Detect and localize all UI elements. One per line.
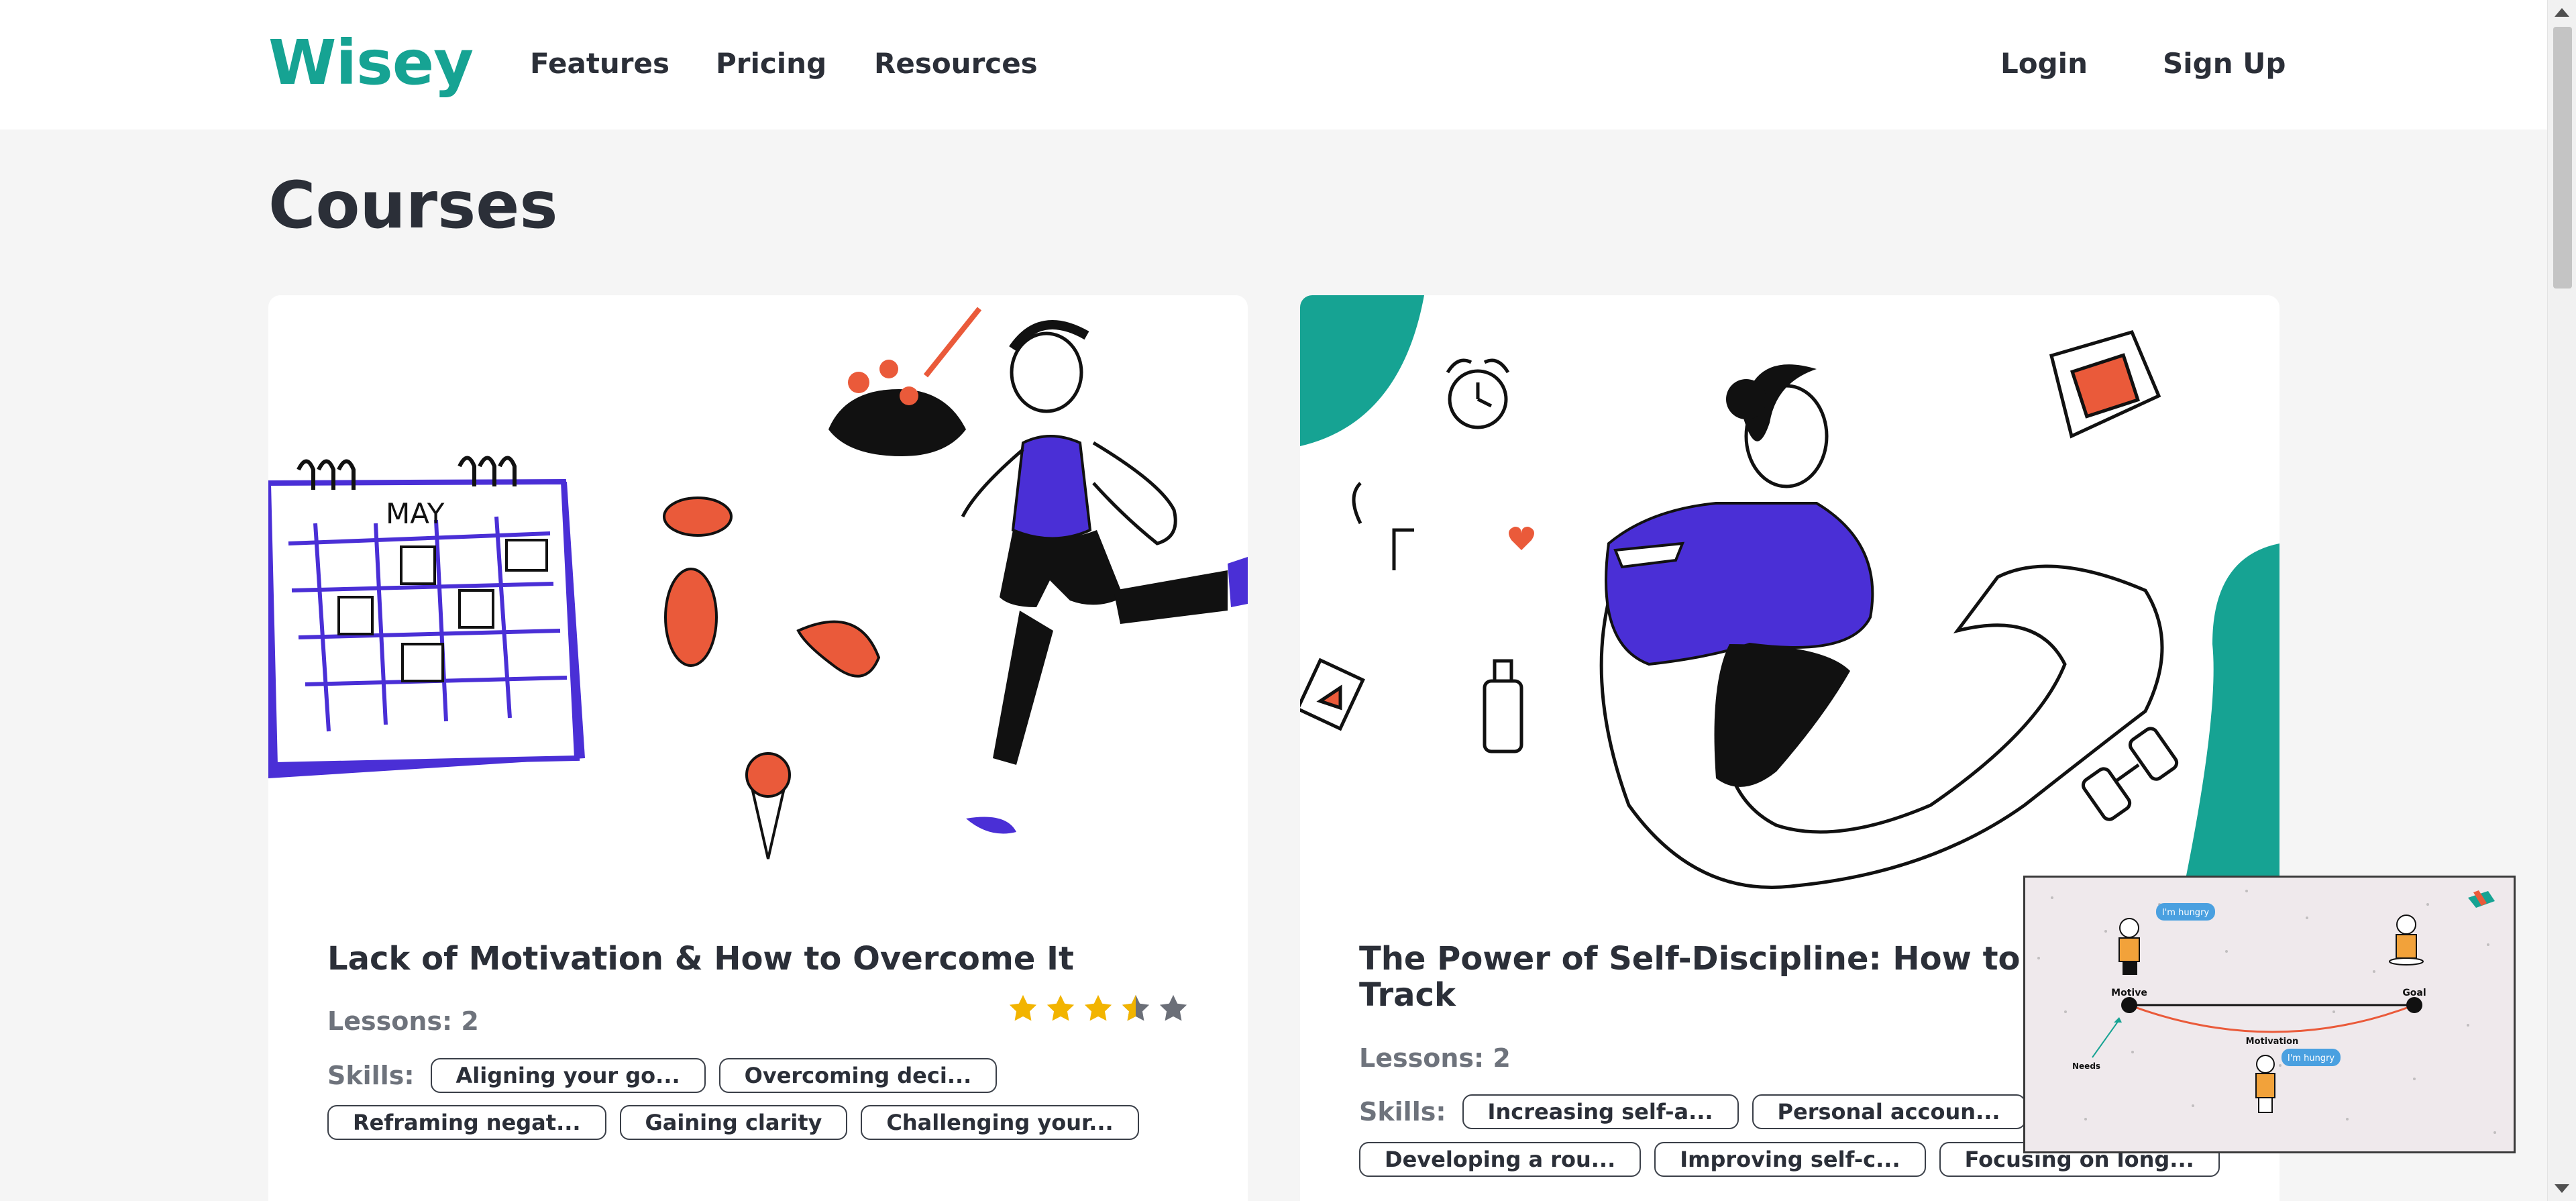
skills-row: Skills: Aligning your go... Overcoming d… <box>327 1058 998 1093</box>
teal-blob-shape <box>1300 295 1424 446</box>
skills-row: Skills: Increasing self-a... Personal ac… <box>1359 1094 2026 1129</box>
skill-chip[interactable]: Overcoming deci... <box>718 1058 998 1093</box>
thinking-woman <box>1599 364 2164 889</box>
wisey-logo[interactable]: Wisey <box>268 27 474 99</box>
skill-chip[interactable]: Improving self-c... <box>1654 1142 1926 1177</box>
page-title: Courses <box>268 168 558 243</box>
scrollbar-thumb[interactable] <box>2553 27 2572 289</box>
playing-card-icon <box>1300 658 1365 731</box>
speech-bubble-text: I'm hungry <box>2162 908 2210 918</box>
star-half-icon <box>1122 994 1150 1021</box>
calendar-icon: MAY <box>268 456 585 778</box>
signup-link[interactable]: Sign Up <box>2163 47 2286 80</box>
motivation-diagram: I'm hungry Motive Goal Motivation Needs … <box>2037 890 2496 1134</box>
skill-chip[interactable]: Developing a rou... <box>1359 1142 1642 1177</box>
app-logo-icon <box>2468 890 2495 908</box>
scroll-down-arrow-icon[interactable] <box>2555 1184 2569 1193</box>
speech-bubble-text: I'm hungry <box>2288 1053 2335 1063</box>
star-full-icon <box>1046 994 1075 1021</box>
scroll-up-arrow-icon[interactable] <box>2555 8 2569 17</box>
skill-chip[interactable]: Personal accoun... <box>1752 1094 2026 1129</box>
nav-features-link[interactable]: Features <box>530 47 669 80</box>
goal-label: Goal <box>2402 988 2426 998</box>
skills-row: Reframing negat... Gaining clarity Chall… <box>327 1105 1139 1140</box>
person-eating-icon <box>2118 918 2140 975</box>
running-woman <box>828 307 1248 834</box>
food-doodles <box>663 497 881 859</box>
page-scrollbar[interactable] <box>2547 0 2576 1201</box>
video-preview-popup[interactable]: I'm hungry Motive Goal Motivation Needs … <box>2023 876 2516 1153</box>
course-title[interactable]: Lack of Motivation & How to Overcome It <box>327 941 1199 977</box>
motivation-label: Motivation <box>2246 1037 2299 1047</box>
skill-chip[interactable]: Reframing negat... <box>327 1105 606 1140</box>
heart-icon <box>1509 527 1534 550</box>
skill-chip[interactable]: Challenging your... <box>861 1105 1139 1140</box>
chef-icon <box>2255 1055 2275 1113</box>
skill-chip[interactable]: Increasing self-a... <box>1462 1094 1739 1129</box>
bottle-icon <box>1483 659 1523 753</box>
star-empty-icon <box>1159 994 1187 1021</box>
person-eating-icon <box>2389 915 2424 965</box>
calendar-icon <box>2049 329 2161 439</box>
course-illustration-motivation: MAY <box>268 307 1248 859</box>
nav-resources-link[interactable]: Resources <box>874 47 1038 80</box>
motive-label: Motive <box>2111 988 2147 998</box>
login-link[interactable]: Login <box>2000 47 2088 80</box>
svg-text:MAY: MAY <box>386 497 445 530</box>
course-illustration-self-discipline <box>1300 295 2279 889</box>
star-rating <box>1008 993 1189 1024</box>
skill-chip[interactable]: Aligning your go... <box>430 1058 706 1093</box>
course-card[interactable]: MAY Lack of Motivation & How to Overcome… <box>268 295 1248 1201</box>
alarm-clock-icon <box>1446 358 1510 429</box>
lessons-count: Lessons: 2 <box>327 1006 479 1036</box>
motive-node <box>2121 997 2137 1013</box>
needs-arrow <box>2092 1019 2120 1058</box>
top-navbar: Wisey Features Pricing Resources Login S… <box>0 0 2547 129</box>
needs-label: Needs <box>2072 1061 2100 1071</box>
nav-pricing-link[interactable]: Pricing <box>716 47 826 80</box>
star-full-icon <box>1009 994 1037 1021</box>
skills-label: Skills: <box>1359 1097 1446 1127</box>
teal-blob-shape <box>2186 543 2279 879</box>
skills-label: Skills: <box>327 1061 415 1090</box>
lessons-count: Lessons: 2 <box>1359 1043 1511 1073</box>
goal-node <box>2406 997 2422 1013</box>
music-notes-icon <box>1352 482 1414 570</box>
skill-chip[interactable]: Gaining clarity <box>619 1105 848 1140</box>
star-full-icon <box>1084 994 1112 1021</box>
